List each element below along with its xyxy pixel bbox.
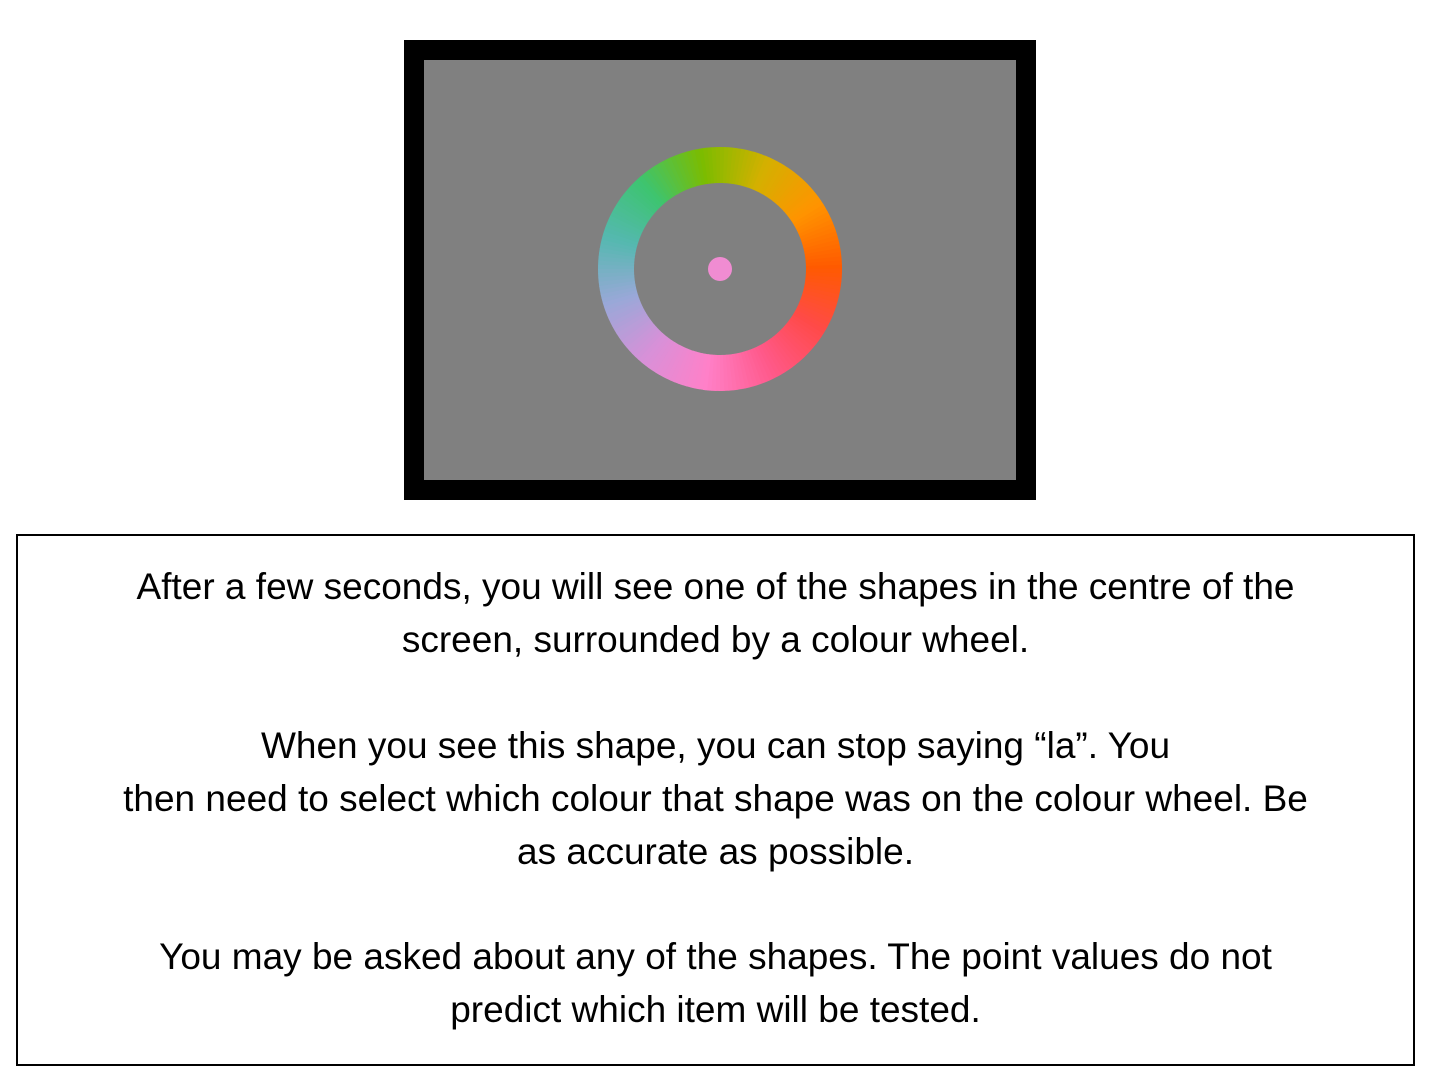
instruction-paragraph-2: When you see this shape, you can stop sa… bbox=[18, 719, 1413, 878]
instruction-line: then need to select which colour that sh… bbox=[123, 778, 1308, 819]
stimulus-screen bbox=[424, 60, 1016, 480]
instruction-paragraph-3: You may be asked about any of the shapes… bbox=[18, 930, 1413, 1036]
instruction-line: When you see this shape, you can stop sa… bbox=[260, 725, 1171, 766]
instruction-box: After a few seconds, you will see one of… bbox=[16, 534, 1415, 1066]
center-shape-dot bbox=[708, 257, 732, 281]
instruction-line: You may be asked about any of the shapes… bbox=[159, 936, 1272, 977]
instruction-line: screen, surrounded by a colour wheel. bbox=[401, 619, 1030, 660]
stimulus-screen-frame bbox=[404, 40, 1036, 500]
instruction-paragraph-1: After a few seconds, you will see one of… bbox=[18, 560, 1413, 666]
instruction-line: predict which item will be tested. bbox=[450, 989, 981, 1030]
instruction-line: as accurate as possible. bbox=[517, 831, 914, 872]
instruction-line: After a few seconds, you will see one of… bbox=[136, 566, 1295, 607]
colour-wheel-figure bbox=[598, 147, 842, 391]
